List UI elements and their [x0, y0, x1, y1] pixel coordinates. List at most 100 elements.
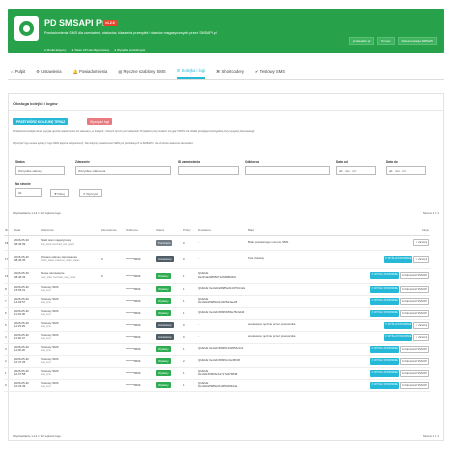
row-actions: ✓ Zamknij	[335, 235, 430, 251]
status-badge: Wysłany	[156, 286, 171, 292]
row-recipient: *******9699	[125, 331, 155, 344]
row-actions: ⟳ WYŚLIJ PONOWNIE ⧉ Odpowiedź SMSAPI	[335, 283, 430, 296]
resend-button[interactable]: ⟳ WYŚLIJ PONOWNIE	[370, 369, 399, 377]
smsapi-response-button[interactable]: ⧉ Odpowiedź SMSAPI	[399, 285, 429, 293]
resend-button[interactable]: ⟳ WYŚLIJ PONOWNIE	[384, 333, 413, 341]
row-recipient: *******9699	[125, 343, 155, 356]
table-row: 16 2026-05-30 08:46:33 Nowe zamówienie new_…	[4, 268, 430, 284]
row-event: Testowy SMS test_sms	[40, 355, 100, 368]
row-recipient: *******9699	[125, 355, 155, 368]
row-recipient: *******9699	[125, 295, 155, 308]
column-header[interactable]: ID	[4, 226, 13, 236]
tab-ustawienia[interactable]: ⚙ Ustawienia	[36, 65, 61, 78]
table-row: 0 2026-05-30 10:33:49 Testowy SMS test_sms *…	[4, 379, 430, 392]
table-row: 1 2026-05-30 10:37:58 Testowy SMS test_sms *…	[4, 367, 430, 380]
close-button[interactable]: ✓ Zamknij	[413, 333, 429, 341]
smsapi-response-button[interactable]: ⧉ Odpowiedź SMSAPI	[399, 297, 429, 305]
close-button[interactable]: ✓ Zamknij	[413, 255, 429, 263]
row-id: 8	[4, 283, 13, 296]
resend-button[interactable]: ⟳ WYŚLIJ PONOWNIE	[370, 285, 399, 293]
status-badge: Wysłany	[156, 382, 171, 388]
close-button[interactable]: ✓ Zamknij	[413, 321, 429, 329]
help-link[interactable]: Pomoc	[377, 37, 395, 45]
column-header[interactable]: Zamówienie	[100, 226, 125, 236]
event-filter-select[interactable]: Wszystkie zdarzenia	[75, 166, 171, 175]
event-code: new_order merchant_new_order	[41, 275, 76, 279]
resend-button[interactable]: ⟳ WYŚLIJ PONOWNIE	[370, 345, 399, 353]
resend-button[interactable]: ⟳ WYŚLIJ PONOWNIE	[384, 255, 413, 263]
row-order	[100, 295, 125, 308]
tab-r-czne-szablony-sms[interactable]: ▤ Ręczne szablony SMS	[118, 65, 165, 78]
row-actions: ⟳ WYŚLIJ PONOWNIE ✓ Zamknij	[335, 250, 430, 269]
table-row: 4 2026-05-30 11:00:47 Testowy SMS test_sms *…	[4, 331, 430, 344]
resend-button[interactable]: ⟳ WYŚLIJ PONOWNIE	[370, 297, 399, 305]
row-event: Testowy SMS test_sms	[40, 379, 100, 392]
row-error: anulowano ręcznie przez pracownika	[247, 331, 335, 344]
resend-button[interactable]: ⟳ WYŚLIJ PONOWNIE	[370, 381, 399, 389]
recipient-input[interactable]	[245, 166, 330, 175]
order-id-input[interactable]	[178, 166, 239, 175]
column-header[interactable]: Data	[13, 226, 40, 236]
row-provider: QUEUE 6e14d2a5685e0110f71012a	[197, 283, 247, 296]
row-tries: 1	[182, 283, 197, 296]
row-event: Testowy SMS test_sms	[40, 319, 100, 332]
close-button[interactable]: ✓ Zamknij	[413, 239, 429, 246]
tab-pulpit[interactable]: ⌂ Pulpit	[11, 65, 25, 78]
page-indicator-bottom: Strona 1 z 1	[422, 434, 439, 438]
resend-button[interactable]: ⟳ WYŚLIJ PONOWNIE	[370, 309, 399, 317]
smsapi-response-button[interactable]: ⧉ Odpowiedź SMSAPI	[399, 272, 429, 279]
column-header[interactable]: Próby	[182, 226, 197, 236]
smsapi-response-button[interactable]: ⧉ Odpowiedź SMSAPI	[399, 357, 429, 365]
resend-button[interactable]: ⟳ WYŚLIJ PONOWNIE	[384, 321, 413, 329]
row-event: Testowy SMS test_sms	[40, 343, 100, 356]
clear-logs-button[interactable]: Wyczyść logi	[87, 118, 113, 125]
reset-filters-button[interactable]: ✕ Wyczyść	[79, 189, 103, 197]
row-order: 9	[100, 250, 125, 269]
row-provider: QUEUE 6e2fc4ad08950712b98f8d26c	[197, 268, 247, 284]
status-filter-select[interactable]: Wszystkie statusy	[15, 166, 65, 175]
column-header[interactable]: Odbiorca	[125, 226, 155, 236]
row-date: 2026-05-30 10:33:49	[13, 379, 40, 392]
column-header[interactable]: Status	[155, 226, 182, 236]
tab-shortcodery[interactable]: ⌘ Shortcodery	[216, 65, 244, 78]
row-id: 2	[4, 355, 13, 368]
smsapi-response-button[interactable]: ⧉ Odpowiedź SMSAPI	[399, 345, 429, 353]
filter-button[interactable]: ⧩ Filtruj	[50, 189, 69, 197]
status-badge: Anulowany	[156, 322, 174, 328]
tab-testowy-sms[interactable]: ✔ Testowy SMS	[255, 65, 285, 78]
row-order	[100, 331, 125, 344]
smsapi-response-button[interactable]: ⧉ Odpowiedź SMSAPI	[399, 381, 429, 389]
date-to-input[interactable]: dd . mm . rrrr	[386, 166, 426, 175]
table-row: 8 2026-05-30 15:55:31 Testowy SMS test_sms *…	[4, 283, 430, 296]
resend-button[interactable]: ⟳ WYŚLIJ PONOWNIE	[370, 357, 399, 365]
smsapi-response-button[interactable]: ⧉ Odpowiedź SMSAPI	[399, 309, 429, 317]
column-header[interactable]: Zdarzenie	[40, 226, 100, 236]
column-header[interactable]: Błąd	[247, 226, 335, 236]
page: PD SMSAPI Pro v1.2.6 Powiadomienia SMS d…	[0, 0, 452, 452]
row-error	[247, 367, 335, 380]
smsapi-docs-link[interactable]: Dokumentacja SMSAPI	[397, 37, 437, 45]
column-header[interactable]: Akcje	[335, 226, 430, 236]
smsapi-response-button[interactable]: ⧉ Odpowiedź SMSAPI	[399, 369, 429, 377]
row-status: Wysłany	[155, 283, 182, 296]
resend-button[interactable]: ⟳ WYŚLIJ PONOWNIE	[370, 272, 399, 279]
row-recipient: *******9699	[125, 319, 155, 332]
tab-kolejka-i-logi[interactable]: ☰ Kolejka i logi	[176, 64, 206, 79]
recipient-label: Odbiorca	[245, 160, 259, 164]
website-link[interactable]: przelewkm.pl	[348, 37, 375, 45]
clear-logs-note: Wyczyść logi usuwa wpisy z logu SMS (łąc…	[13, 142, 194, 145]
status-badge: Pominięto	[156, 239, 173, 246]
row-date: 2026-05-30 14:03:57	[13, 295, 40, 308]
column-header[interactable]: Dostawca	[197, 226, 247, 236]
row-tries: 0	[182, 319, 197, 332]
tab-powiadomienia[interactable]: 🔔 Powiadomienia	[73, 65, 108, 79]
row-id: 16	[4, 268, 13, 284]
row-provider: QUEUE 6e14d1656f0bf59e78c4dd3	[197, 307, 247, 320]
row-actions: ⟳ WYŚLIJ PONOWNIE ⧉ Odpowiedź SMSAPI	[335, 295, 430, 308]
row-status: Anulowany	[155, 331, 182, 344]
status-filter-label: Status	[15, 160, 25, 164]
process-queue-button[interactable]: PRZETWÓRZ KOLEJKĘ TERAZ	[13, 118, 69, 125]
date-from-input[interactable]: dd . mm . rrrr	[336, 166, 376, 175]
row-actions: ⟳ WYŚLIJ PONOWNIE ⧉ Odpowiedź SMSAPI	[335, 307, 430, 320]
per-page-select[interactable]: 20	[15, 188, 42, 197]
